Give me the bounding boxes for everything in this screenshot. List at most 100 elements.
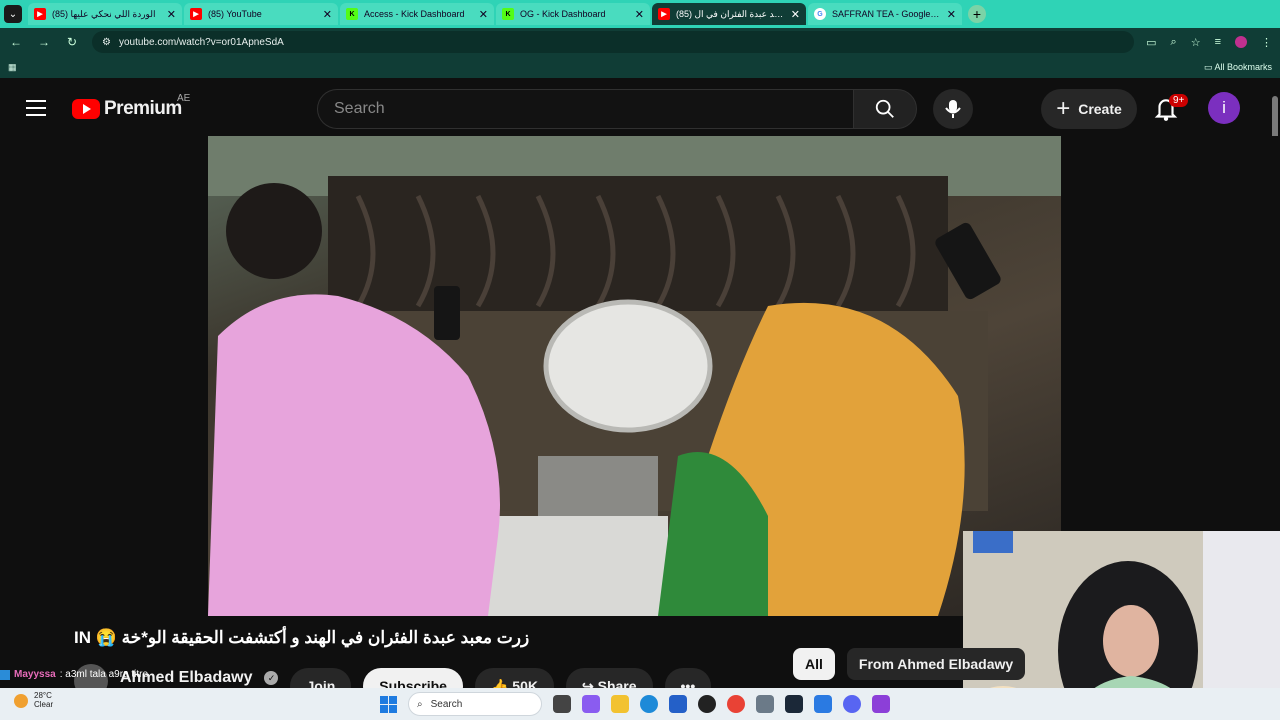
tab-title: OG - Kick Dashboard (520, 9, 606, 19)
browser-tab[interactable]: ▶ (85) YouTube ✕ (184, 3, 338, 25)
taskbar-search-label: Search (430, 698, 463, 710)
bookmarks-bar: ▦ ▭ All Bookmarks (0, 56, 1280, 78)
zoom-icon[interactable]: ⌕ (1171, 36, 1177, 49)
tab-title: SAFFRAN TEA - Google Search (832, 9, 941, 19)
close-icon[interactable]: ✕ (167, 8, 176, 21)
obs-icon[interactable] (698, 695, 716, 713)
edge-icon[interactable] (640, 695, 658, 713)
share-label: Share (597, 678, 637, 688)
file-explorer-icon[interactable] (611, 695, 629, 713)
bookmark-star-icon[interactable]: ☆ (1191, 36, 1201, 49)
tab-title: (85) YouTube (208, 9, 262, 19)
browser-tab[interactable]: K OG - Kick Dashboard ✕ (496, 3, 650, 25)
url-text: youtube.com/watch?v=or01ApneSdA (118, 36, 284, 48)
youtube-play-icon (72, 99, 100, 119)
back-icon[interactable]: ← (8, 35, 24, 49)
chip-from-channel[interactable]: From Ahmed Elbadawy (846, 648, 1026, 680)
search-bar: Search (317, 89, 917, 129)
discord-icon[interactable] (843, 695, 861, 713)
create-button[interactable]: + Create (1041, 89, 1137, 129)
join-button[interactable]: Join (290, 668, 352, 688)
chat-platform-icon (0, 669, 10, 680)
close-icon[interactable]: ✕ (479, 8, 488, 21)
google-icon: G (814, 8, 826, 20)
close-icon[interactable]: ✕ (791, 8, 800, 21)
plus-icon: + (1056, 95, 1071, 122)
chat-username: Mayyssa (14, 669, 56, 680)
chrome-icon[interactable] (727, 695, 745, 713)
twitch-icon[interactable] (872, 695, 890, 713)
tab-title: (85) زرت معبد عبدة الفئران في ال (676, 8, 785, 19)
browser-tab-strip: ⌄ ▶ (85) الوردة اللي نحكي عليها ✕ ▶ (85)… (0, 0, 1280, 28)
steam-icon[interactable] (785, 695, 803, 713)
windows-taskbar: 28°C Clear ⌕ Search (0, 688, 1280, 720)
address-bar-row: ← → ↻ ⚙ youtube.com/watch?v=or01ApneSdA … (0, 28, 1280, 56)
windows-start-icon[interactable] (380, 695, 397, 713)
extensions-icon[interactable]: ≡ (1215, 36, 1221, 48)
browser-tab[interactable]: K Access - Kick Dashboard ✕ (340, 3, 494, 25)
region-code: AE (177, 93, 191, 104)
voice-search-button[interactable] (933, 89, 973, 129)
chat-text: : a3ml tala a9ra titre (59, 669, 149, 680)
apps-grid-icon[interactable]: ▦ (8, 62, 17, 73)
youtube-icon: ▶ (658, 8, 670, 20)
search-placeholder: Search (334, 100, 385, 117)
weather-widget[interactable]: 28°C Clear (14, 691, 54, 710)
video-player[interactable] (208, 136, 1061, 616)
video-title: زرت معبد عبدة الفئران في الهند و أكتشفت … (74, 628, 530, 647)
create-label: Create (1078, 101, 1122, 117)
youtube-icon: ▶ (34, 8, 46, 20)
tab-search-menu-icon[interactable]: ⌄ (4, 5, 22, 23)
cast-icon[interactable]: ▭ (1146, 36, 1156, 49)
logo-text: Premium (104, 98, 182, 119)
tab-title: Access - Kick Dashboard (364, 9, 465, 19)
menu-icon[interactable]: ⋮ (1261, 36, 1272, 49)
recommendation-chips: All From Ahmed Elbadawy (793, 648, 1026, 680)
all-bookmarks-label: All Bookmarks (1214, 61, 1272, 72)
kick-icon: K (502, 8, 514, 20)
close-icon[interactable]: ✕ (947, 8, 956, 21)
more-actions-button[interactable]: ••• (664, 668, 712, 688)
app-icon[interactable] (814, 695, 832, 713)
youtube-icon: ▶ (190, 8, 202, 20)
search-input[interactable]: Search (317, 89, 853, 129)
like-count: 50K (512, 678, 538, 688)
store-icon[interactable] (669, 695, 687, 713)
search-button[interactable] (853, 89, 917, 129)
share-button[interactable]: ↪ Share (565, 668, 653, 689)
close-icon[interactable]: ✕ (323, 8, 332, 21)
profile-avatar[interactable] (1235, 36, 1247, 48)
subscribe-button[interactable]: Subscribe (363, 668, 463, 688)
weather-condition: Clear (34, 699, 54, 709)
like-button[interactable]: 👍 50K (474, 668, 554, 689)
browser-tab[interactable]: ▶ (85) الوردة اللي نحكي عليها ✕ (28, 3, 182, 25)
user-avatar[interactable]: i (1208, 92, 1240, 124)
all-bookmarks[interactable]: ▭ All Bookmarks (1204, 62, 1272, 73)
kick-icon: K (346, 8, 358, 20)
verified-check-icon: ✓ (264, 671, 279, 685)
chip-all[interactable]: All (793, 648, 835, 680)
copilot-icon[interactable] (582, 695, 600, 713)
toolbar-actions: ▭ ⌕ ☆ ≡ ⋮ (1146, 36, 1272, 49)
new-tab-button[interactable]: + (968, 5, 986, 23)
share-icon: ↪ (581, 677, 598, 689)
taskbar-search[interactable]: ⌕ Search (408, 692, 542, 716)
browser-tab-active[interactable]: ▶ (85) زرت معبد عبدة الفئران في ال ✕ (652, 3, 806, 25)
settings-icon[interactable] (756, 695, 774, 713)
youtube-header: Premium AE Search + Create i (0, 80, 1280, 136)
stream-chat-message: Mayyssa : a3ml tala a9ra titre (0, 669, 148, 680)
youtube-logo[interactable]: Premium (72, 98, 182, 120)
taskbar-apps: ⌕ Search (380, 692, 890, 716)
notification-badge: 9+ (1169, 94, 1189, 107)
thumbs-up-icon: 👍 (490, 677, 513, 689)
weather-sun-icon (14, 693, 28, 708)
close-icon[interactable]: ✕ (635, 8, 644, 21)
video-frame-image (208, 136, 1061, 616)
task-view-icon[interactable] (553, 695, 571, 713)
site-info-icon[interactable]: ⚙ (102, 37, 111, 48)
forward-icon[interactable]: → (36, 35, 52, 49)
url-field[interactable]: ⚙ youtube.com/watch?v=or01ApneSdA (92, 31, 1135, 53)
browser-tab[interactable]: G SAFFRAN TEA - Google Search ✕ (808, 3, 962, 25)
reload-icon[interactable]: ↻ (64, 35, 80, 49)
hamburger-menu-icon[interactable] (26, 100, 46, 116)
